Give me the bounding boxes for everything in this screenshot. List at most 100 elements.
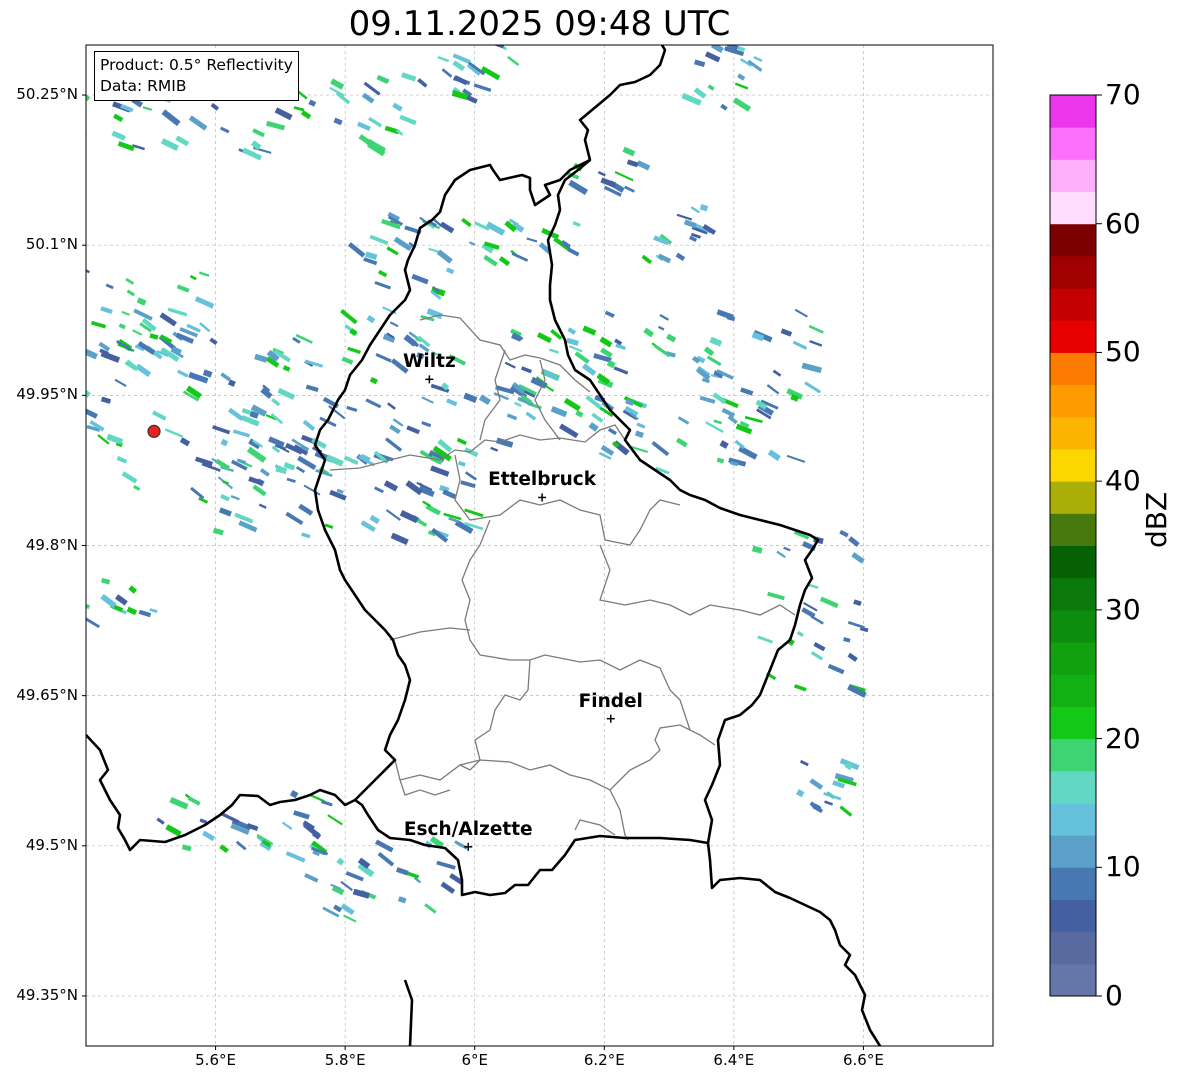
echo-cell bbox=[498, 256, 511, 267]
lat-tick-label: 49.95°N bbox=[16, 385, 78, 404]
echo-cell bbox=[111, 130, 126, 141]
echo-cell bbox=[282, 365, 291, 372]
echo-cell bbox=[736, 32, 745, 39]
echo-cell bbox=[35, 344, 48, 354]
echo-cell bbox=[716, 457, 725, 464]
echo-cell bbox=[847, 621, 865, 629]
echo-cell bbox=[574, 351, 590, 365]
echo-cell bbox=[440, 19, 458, 28]
echo-cell bbox=[194, 296, 215, 309]
echo-cell bbox=[258, 503, 267, 509]
echo-cell bbox=[361, 92, 375, 104]
echo-cell bbox=[327, 814, 343, 826]
echo-cell bbox=[810, 651, 824, 661]
echo-cell bbox=[738, 445, 758, 460]
echo-cell bbox=[189, 274, 197, 281]
echo-cell bbox=[333, 117, 343, 126]
echo-cell bbox=[392, 102, 403, 112]
echo-cell bbox=[713, 419, 723, 425]
echo-cell bbox=[347, 242, 366, 258]
echo-cell bbox=[46, 612, 61, 623]
colorbar-tick-label: 10 bbox=[1105, 850, 1141, 884]
echo-cell bbox=[442, 489, 457, 500]
echo-cell bbox=[35, 351, 47, 361]
echo-cell bbox=[14, 418, 26, 426]
echo-cell bbox=[676, 437, 688, 448]
echo-cell bbox=[35, 342, 54, 352]
echo-cell bbox=[666, 333, 677, 343]
echo-cell bbox=[677, 416, 690, 425]
echo-cell bbox=[293, 810, 310, 820]
echo-cell bbox=[57, 408, 69, 419]
echo-cell bbox=[588, 422, 599, 432]
echo-cell bbox=[411, 273, 429, 285]
echo-cell bbox=[799, 759, 809, 767]
echo-cell bbox=[446, 398, 458, 407]
echo-cell bbox=[767, 591, 785, 601]
echo-cell bbox=[277, 387, 296, 400]
data-source-line: Data: RMIB bbox=[100, 77, 187, 95]
radar-site-marker[interactable] bbox=[147, 424, 161, 438]
echo-cell bbox=[721, 407, 736, 418]
lon-tick-label: 5.8°E bbox=[324, 1051, 366, 1069]
echo-cell bbox=[796, 630, 804, 638]
radar-echoes bbox=[14, 19, 869, 923]
echo-cell bbox=[383, 480, 399, 492]
echo-cell bbox=[386, 246, 399, 256]
echo-cell bbox=[385, 437, 403, 452]
echo-cell bbox=[740, 387, 754, 396]
echo-cell bbox=[651, 441, 670, 457]
echo-cell bbox=[521, 366, 532, 374]
echo-cell bbox=[61, 298, 68, 304]
echo-cell bbox=[753, 56, 763, 63]
echo-cell bbox=[436, 860, 456, 870]
echo-cell bbox=[64, 576, 82, 587]
echo-cell bbox=[212, 425, 231, 435]
echo-cell bbox=[567, 327, 577, 335]
echo-cell bbox=[86, 600, 90, 609]
echo-cell bbox=[464, 447, 479, 458]
echo-cell bbox=[198, 271, 210, 277]
echo-cell bbox=[607, 427, 617, 436]
lon-tick-label: 6°E bbox=[461, 1051, 488, 1069]
colorbar-tick-label: 60 bbox=[1105, 206, 1141, 240]
echo-cell bbox=[220, 494, 230, 502]
echo-cell bbox=[604, 310, 615, 318]
echo-cell bbox=[643, 327, 655, 338]
echo-cell bbox=[112, 113, 124, 123]
echo-cell bbox=[550, 406, 568, 418]
echo-cell bbox=[115, 594, 128, 606]
echo-cell bbox=[460, 22, 470, 28]
echo-cell bbox=[675, 252, 686, 262]
echo-cell bbox=[67, 602, 82, 612]
echo-cell bbox=[706, 355, 722, 367]
echo-cell bbox=[69, 357, 77, 365]
echo-cell bbox=[177, 369, 189, 378]
echo-cell bbox=[851, 552, 865, 564]
echo-cell bbox=[301, 532, 311, 539]
echo-cell bbox=[248, 476, 263, 486]
echo-cell bbox=[161, 109, 181, 127]
echo-cell bbox=[716, 309, 734, 320]
echo-cell bbox=[614, 170, 634, 182]
echo-cell bbox=[496, 31, 514, 39]
echo-cell bbox=[373, 486, 384, 494]
echo-cell bbox=[325, 454, 344, 467]
echo-cell bbox=[390, 532, 409, 546]
lat-tick-label: 50.1°N bbox=[25, 235, 78, 254]
echo-cell bbox=[345, 871, 364, 882]
echo-cell bbox=[24, 442, 44, 457]
echo-cell bbox=[100, 306, 113, 315]
echo-cell bbox=[693, 87, 707, 99]
echo-cell bbox=[51, 74, 65, 85]
echo-cell bbox=[53, 130, 63, 137]
colorbar-tick-label: 0 bbox=[1105, 979, 1123, 1012]
echo-cell bbox=[389, 321, 399, 328]
echo-cell bbox=[133, 484, 141, 491]
echo-cell bbox=[281, 821, 293, 830]
echo-cell bbox=[100, 593, 117, 609]
echo-cell bbox=[66, 480, 81, 492]
echo-cell bbox=[369, 514, 380, 525]
echo-cell bbox=[737, 73, 746, 81]
echo-cell bbox=[188, 115, 208, 131]
